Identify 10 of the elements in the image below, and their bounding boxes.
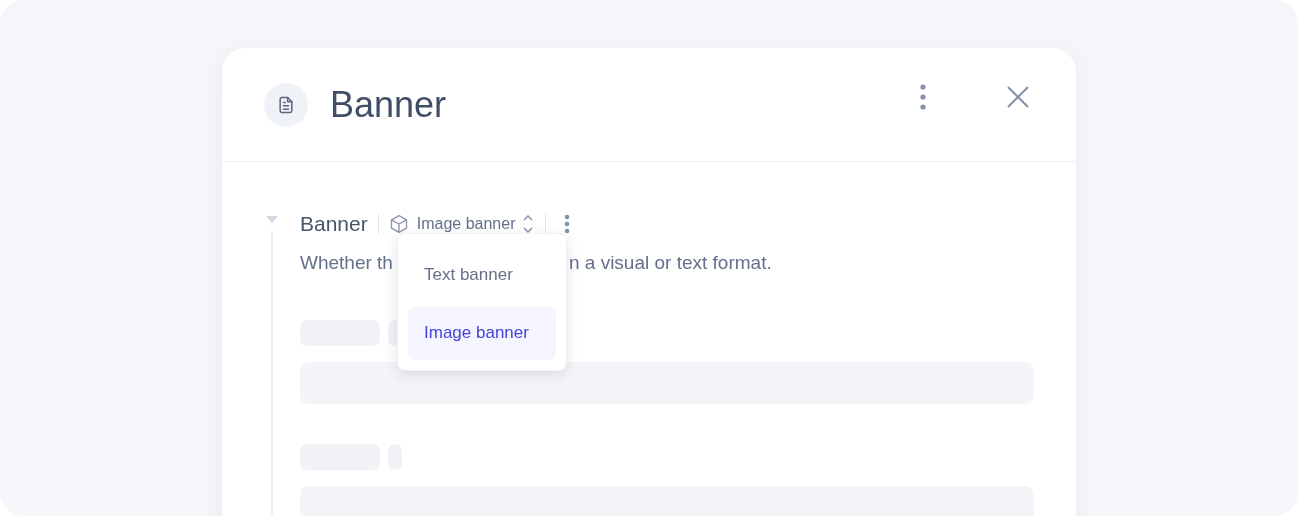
type-select[interactable]: Image banner [388, 214, 534, 234]
description-text: Whether th [300, 252, 393, 274]
document-icon [264, 82, 308, 127]
description-text: n a visual or text format. [568, 252, 772, 274]
menu-option[interactable]: Text banner [408, 244, 556, 307]
menu-option[interactable]: Image banner [408, 306, 556, 360]
field-label: Banner [300, 212, 368, 236]
cube-icon [388, 214, 409, 234]
dialog-title: Banner [330, 83, 448, 126]
sort-chevrons-icon [523, 214, 534, 234]
